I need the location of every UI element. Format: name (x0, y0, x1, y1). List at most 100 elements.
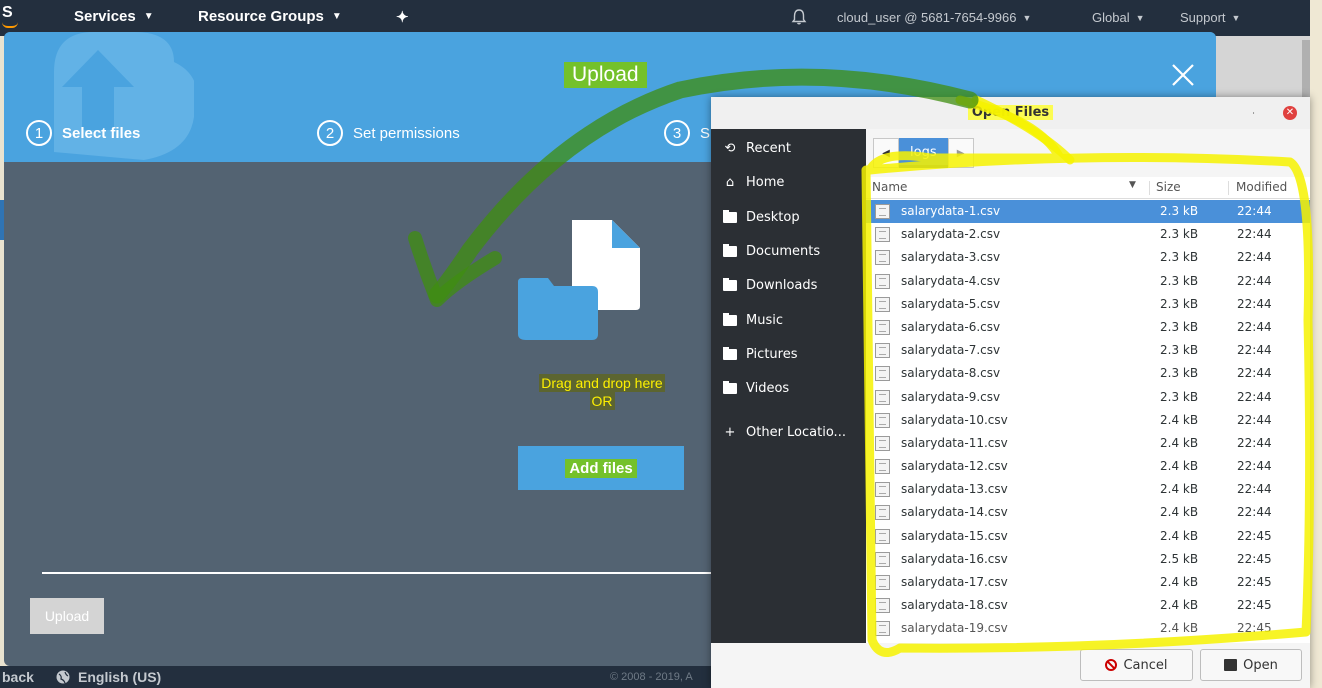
chevron-down-icon: ▼ (1231, 12, 1241, 23)
open-icon (1224, 659, 1238, 671)
screen: { "navbar": { "logo_text": "S", "service… (0, 0, 1322, 688)
step-label: Set permissions (353, 124, 460, 142)
file-row[interactable]: salarydata-13.csv 2.4 kB 22:44 (866, 478, 1310, 501)
text-file-icon (875, 389, 890, 405)
file-row[interactable]: salarydata-11.csv 2.4 kB 22:44 (866, 432, 1310, 455)
place-recent[interactable]: ⟲ Recent (723, 138, 791, 158)
language-selector[interactable]: English (US) (56, 669, 161, 685)
file-row[interactable]: salarydata-10.csv 2.4 kB 22:44 (866, 409, 1310, 432)
account-menu[interactable]: cloud_user @ 5681-7654-9966 ▼ (837, 10, 1031, 25)
text-file-icon (875, 250, 890, 266)
file-modified: 22:44 (1237, 435, 1272, 450)
file-modified: 22:44 (1237, 482, 1272, 497)
file-row[interactable]: salarydata-5.csv 2.3 kB 22:44 (866, 293, 1310, 316)
file-row[interactable]: salarydata-15.csv 2.4 kB 22:45 (866, 525, 1310, 548)
file-name: salarydata-9.csv (901, 389, 1001, 404)
file-modified: 22:45 (1237, 528, 1272, 543)
file-row[interactable]: salarydata-9.csv 2.3 kB 22:44 (866, 386, 1310, 409)
dropzone-text: Drag and drop here OR (532, 374, 672, 410)
region-menu[interactable]: Global ▼ (1092, 10, 1145, 25)
file-size: 2.5 kB (1160, 551, 1199, 566)
drop-instruction: Drag and drop here (539, 374, 665, 392)
file-row[interactable]: salarydata-1.csv 2.3 kB 22:44 (866, 200, 1310, 224)
file-name: salarydata-18.csv (901, 598, 1008, 613)
file-list-header: Name ▼ Size Modified (866, 177, 1310, 199)
file-size: 2.3 kB (1160, 389, 1199, 404)
places-sidebar: ⟲ Recent ⌂ Home Desktop Documents Downlo… (711, 129, 866, 643)
file-size: 2.4 kB (1160, 482, 1199, 497)
path-forward-icon[interactable]: ▶ (947, 138, 974, 168)
place-downloads[interactable]: Downloads (723, 275, 817, 295)
column-modified[interactable]: Modified (1236, 180, 1287, 194)
file-row[interactable]: salarydata-19.csv 2.4 kB 22:45 (866, 617, 1310, 640)
file-name: salarydata-4.csv (901, 273, 1001, 288)
chevron-down-icon: ▼ (331, 11, 342, 22)
place-other-locations[interactable]: + Other Locatio... (723, 422, 846, 442)
column-size[interactable]: Size (1156, 180, 1181, 194)
file-row[interactable]: salarydata-6.csv 2.3 kB 22:44 (866, 316, 1310, 339)
path-crumb-logs[interactable]: logs (899, 138, 948, 168)
minimize-icon[interactable]: ∙ (1252, 107, 1255, 119)
place-desktop[interactable]: Desktop (723, 207, 800, 227)
column-name[interactable]: Name (872, 180, 907, 194)
step-set-properties[interactable]: 3 S (664, 120, 710, 146)
place-home[interactable]: ⌂ Home (723, 172, 785, 192)
step-select-files[interactable]: 1 Select files (26, 120, 140, 146)
file-name: salarydata-16.csv (901, 551, 1008, 566)
services-menu[interactable]: Services ▼ (74, 8, 154, 25)
open-button[interactable]: Open (1200, 649, 1302, 681)
file-row[interactable]: salarydata-7.csv 2.3 kB 22:44 (866, 339, 1310, 362)
file-row[interactable]: salarydata-16.csv 2.5 kB 22:45 (866, 548, 1310, 571)
open-files-dialog: Open Files ∙ ✕ ⟲ Recent ⌂ Home Desktop D… (711, 97, 1310, 688)
place-label: Recent (746, 140, 791, 156)
upload-button[interactable]: Upload (30, 598, 104, 634)
file-name: salarydata-6.csv (901, 319, 1001, 334)
file-row[interactable]: salarydata-8.csv 2.3 kB 22:44 (866, 362, 1310, 385)
aws-logo[interactable]: S (0, 0, 26, 36)
file-row[interactable]: salarydata-4.csv 2.3 kB 22:44 (866, 270, 1310, 293)
place-pictures[interactable]: Pictures (723, 344, 797, 364)
pin-icon[interactable]: ✦ (396, 8, 409, 26)
place-label: Videos (746, 380, 790, 396)
cancel-button[interactable]: Cancel (1080, 649, 1193, 681)
file-row[interactable]: salarydata-17.csv 2.4 kB 22:45 (866, 571, 1310, 594)
file-size: 2.3 kB (1160, 296, 1199, 311)
file-row[interactable]: salarydata-2.csv 2.3 kB 22:44 (866, 223, 1310, 246)
place-documents[interactable]: Documents (723, 241, 820, 261)
file-size: 2.4 kB (1160, 412, 1199, 427)
place-videos[interactable]: Videos (723, 378, 789, 398)
resource-groups-menu[interactable]: Resource Groups ▼ (198, 8, 342, 25)
close-icon[interactable]: ✕ (1283, 106, 1297, 120)
text-file-icon (875, 412, 890, 428)
add-files-label: Add files (565, 458, 637, 478)
file-modified: 22:44 (1237, 319, 1272, 334)
aws-navbar: S Services ▼ Resource Groups ▼ ✦ cloud_u… (0, 0, 1310, 36)
logo-text: S (2, 4, 13, 21)
folder-icon (723, 243, 737, 258)
support-menu[interactable]: Support ▼ (1180, 10, 1240, 25)
file-row[interactable]: salarydata-14.csv 2.4 kB 22:44 (866, 501, 1310, 524)
file-size: 2.4 kB (1160, 528, 1199, 543)
file-modified: 22:44 (1237, 366, 1272, 381)
file-row[interactable]: salarydata-3.csv 2.3 kB 22:44 (866, 246, 1310, 269)
step-number: 3 (664, 120, 690, 146)
file-row[interactable]: salarydata-18.csv 2.4 kB 22:45 (866, 594, 1310, 617)
close-icon[interactable] (1170, 62, 1196, 88)
text-file-icon (875, 273, 890, 289)
plus-icon: + (724, 424, 736, 440)
path-back-icon[interactable]: ◀ (873, 138, 899, 168)
file-row[interactable]: salarydata-12.csv 2.4 kB 22:44 (866, 455, 1310, 478)
folder-icon (723, 380, 737, 395)
step-set-permissions[interactable]: 2 Set permissions (317, 120, 460, 146)
bell-icon[interactable] (790, 8, 808, 26)
text-file-icon (875, 204, 890, 219)
file-folder-icon (518, 220, 640, 340)
file-modified: 22:44 (1237, 389, 1272, 404)
place-music[interactable]: Music (723, 310, 783, 330)
step-number: 2 (317, 120, 343, 146)
add-files-button[interactable]: Add files (518, 446, 684, 490)
file-modified: 22:45 (1237, 551, 1272, 566)
scrollbar[interactable] (1302, 40, 1310, 100)
file-size: 2.3 kB (1160, 343, 1199, 358)
feedback-link[interactable]: back (2, 669, 34, 685)
